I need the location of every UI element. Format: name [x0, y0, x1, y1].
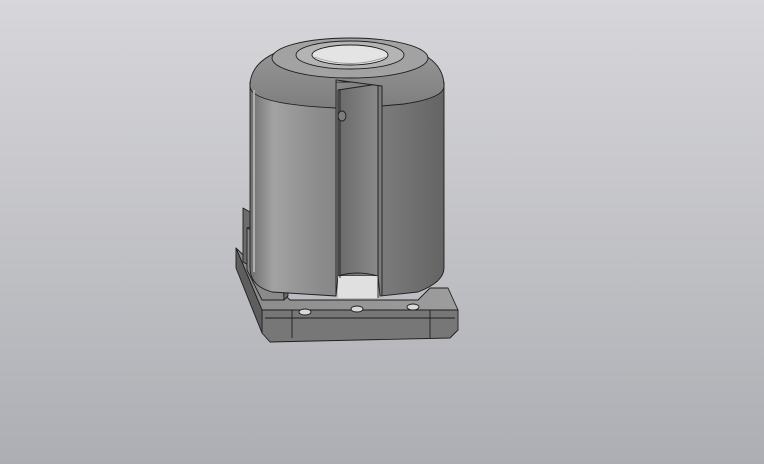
- viewport-canvas[interactable]: [0, 0, 764, 464]
- base-plate-front: [261, 309, 459, 343]
- slot-inner-bottom: [338, 276, 378, 298]
- top-bore-hole: [311, 44, 389, 66]
- mounting-hole-3: [406, 303, 420, 311]
- model-housing[interactable]: [235, 37, 459, 343]
- mounting-hole-2: [350, 305, 364, 313]
- 3d-viewport[interactable]: [0, 0, 764, 464]
- slot-pin-hole: [337, 110, 347, 122]
- mounting-hole-1: [298, 308, 312, 316]
